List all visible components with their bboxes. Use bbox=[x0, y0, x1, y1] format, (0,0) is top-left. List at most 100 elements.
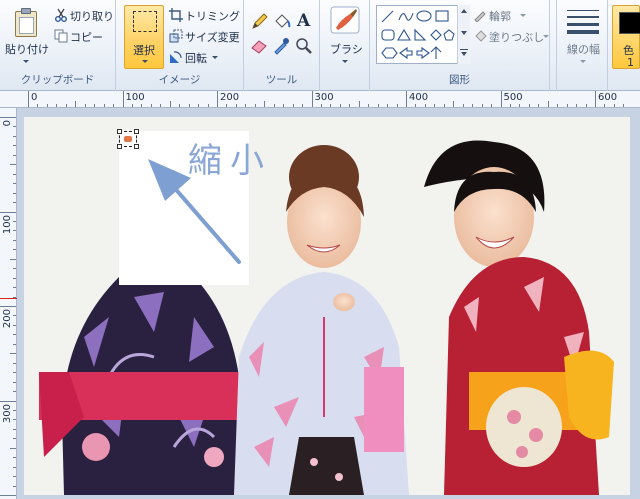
ruler-tick bbox=[13, 485, 16, 487]
ruler-label: 100 bbox=[125, 92, 145, 103]
ruler-tick bbox=[13, 230, 16, 232]
size-dropdown-icon bbox=[580, 60, 586, 63]
ruler-tick bbox=[13, 202, 16, 204]
scissors-icon bbox=[55, 8, 67, 22]
clipboard-group: 貼り付け 切り取り コピー クリップボード bbox=[0, 0, 116, 91]
ruler-tick bbox=[13, 315, 16, 317]
ruler-tick bbox=[188, 104, 190, 107]
cut-button[interactable]: 切り取り bbox=[52, 6, 114, 24]
ruler-label: 0 bbox=[31, 92, 38, 103]
ruler-tick bbox=[13, 438, 16, 440]
ruler-tick bbox=[13, 249, 16, 251]
ruler-tick bbox=[13, 409, 16, 411]
ruler-tick bbox=[113, 104, 115, 107]
ruler-label: 200 bbox=[220, 92, 240, 103]
ruler-tick bbox=[424, 104, 426, 107]
ruler-tick bbox=[179, 104, 181, 107]
rotate-button[interactable]: 回転 bbox=[168, 48, 244, 66]
ruler-tick bbox=[566, 104, 568, 107]
crop-label: トリミング bbox=[185, 10, 240, 23]
fill-button[interactable] bbox=[272, 12, 291, 31]
text-tool-icon: A bbox=[297, 11, 311, 31]
size-button[interactable]: 線の幅 bbox=[559, 3, 607, 69]
ruler-tick bbox=[10, 447, 16, 449]
resize-label: サイズ変更 bbox=[185, 31, 240, 44]
selection-handle-icon bbox=[117, 144, 122, 149]
magnifier-button[interactable] bbox=[294, 36, 313, 55]
magnifier-icon bbox=[296, 38, 312, 54]
outline-button[interactable]: 輪郭 bbox=[472, 6, 548, 24]
brushes-group: ブラシ bbox=[320, 0, 370, 91]
paint-bucket-icon bbox=[275, 14, 291, 28]
ruler-tick bbox=[330, 104, 332, 107]
ruler-tick bbox=[443, 104, 445, 107]
fill-style-label: 塗りつぶし bbox=[489, 31, 545, 44]
outline-dropdown-icon bbox=[520, 14, 526, 17]
fill-style-dropdown-icon bbox=[543, 35, 549, 38]
shapes-group: 輪郭 塗りつぶし 図形 bbox=[370, 0, 550, 91]
ruler-tick bbox=[302, 104, 304, 107]
ruler-tick bbox=[472, 104, 474, 107]
ruler-tick bbox=[13, 126, 16, 128]
ruler-tick bbox=[207, 104, 209, 107]
ruler-tick bbox=[339, 104, 341, 107]
paper-icon bbox=[19, 17, 34, 34]
ruler-tick bbox=[13, 466, 16, 468]
ruler-tick bbox=[320, 104, 322, 107]
paste-button[interactable]: 貼り付け bbox=[3, 3, 49, 69]
shapes-icons bbox=[381, 10, 455, 60]
ruler-tick bbox=[198, 104, 200, 107]
ruler-tick bbox=[169, 101, 171, 107]
ruler-tick bbox=[491, 104, 493, 107]
selection-content-icon bbox=[124, 136, 132, 142]
ruler-tick bbox=[13, 277, 16, 279]
ruler-tick bbox=[254, 104, 256, 107]
ruler-tick bbox=[13, 362, 16, 364]
ruler-tick bbox=[283, 104, 285, 107]
color1-button[interactable]: 色 1 bbox=[612, 5, 640, 69]
pencil-button[interactable] bbox=[250, 12, 269, 31]
crop-button[interactable]: トリミング bbox=[168, 6, 244, 24]
ruler-tick bbox=[387, 104, 389, 107]
color-picker-button[interactable] bbox=[272, 36, 291, 55]
shapes-gallery[interactable] bbox=[376, 5, 470, 64]
resized-selection[interactable] bbox=[117, 129, 139, 149]
ruler-tick bbox=[292, 104, 294, 107]
ruler-label: 300 bbox=[2, 403, 13, 423]
outline-label: 輪郭 bbox=[489, 10, 511, 23]
ruler-tick bbox=[46, 104, 48, 107]
ruler-tick bbox=[10, 164, 16, 166]
resize-button[interactable]: サイズ変更 bbox=[168, 27, 244, 45]
ruler-tick bbox=[396, 104, 398, 107]
fill-style-button[interactable]: 塗りつぶし bbox=[472, 27, 549, 45]
ruler-tick bbox=[595, 91, 596, 107]
shapes-group-label: 図形 bbox=[449, 74, 470, 86]
shapes-scrollbar[interactable] bbox=[457, 5, 470, 64]
brushes-button[interactable]: ブラシ bbox=[324, 3, 366, 69]
resize-icon bbox=[169, 29, 183, 43]
eraser-button[interactable] bbox=[250, 36, 269, 55]
paste-label: 貼り付け bbox=[5, 43, 49, 56]
ruler-tick bbox=[75, 101, 77, 107]
brush-icon bbox=[330, 6, 360, 34]
ruler-tick bbox=[0, 117, 16, 118]
ruler-label: 300 bbox=[314, 92, 334, 103]
copy-icon bbox=[54, 29, 68, 43]
outline-icon bbox=[474, 11, 486, 22]
select-label: 選択 bbox=[133, 44, 155, 57]
rotate-label: 回転 bbox=[185, 52, 207, 65]
text-button[interactable]: A bbox=[294, 11, 313, 31]
ruler-tick bbox=[103, 104, 105, 107]
ruler-tick bbox=[84, 104, 86, 107]
ruler-tick bbox=[13, 476, 16, 478]
copy-button[interactable]: コピー bbox=[52, 27, 114, 45]
color1-number: 1 bbox=[627, 56, 634, 69]
ruler-tick bbox=[226, 104, 228, 107]
image-canvas[interactable]: 縮小 bbox=[24, 117, 630, 495]
ruler-tick bbox=[13, 239, 16, 241]
select-button[interactable]: 選択 bbox=[124, 5, 164, 69]
rotate-dropdown-icon bbox=[212, 56, 218, 59]
ruler-tick bbox=[13, 324, 16, 326]
brushes-dropdown-icon bbox=[342, 60, 348, 63]
eyedropper-icon bbox=[274, 38, 289, 55]
